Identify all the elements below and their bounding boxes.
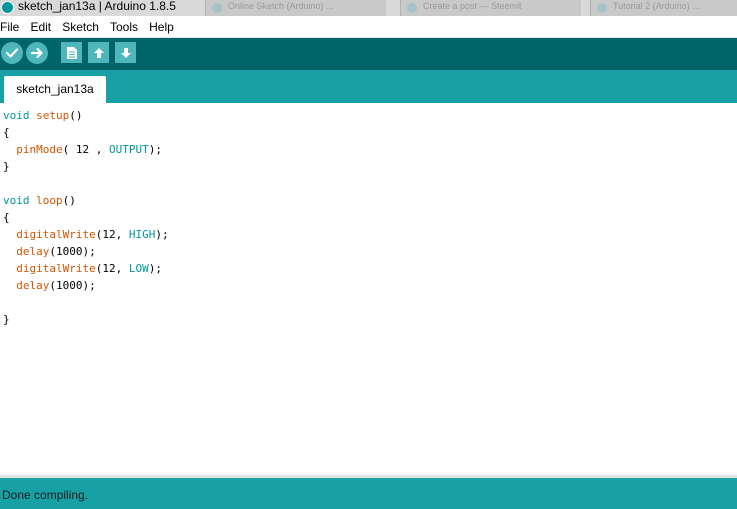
upload-button[interactable] (26, 42, 48, 64)
code-token: loop (36, 194, 63, 207)
favicon-icon (597, 3, 607, 13)
code-line: void loop() (3, 194, 76, 207)
background-tab[interactable]: Tutorial 2 (Arduino) ... (590, 0, 737, 16)
arrow-right-icon (30, 47, 43, 59)
menu-help[interactable]: Help (147, 17, 176, 38)
code-token: delay (16, 245, 50, 258)
code-token: OUTPUT (108, 143, 149, 156)
code-token: pinMode (16, 143, 63, 156)
tab-sketch[interactable]: sketch_jan13a (4, 76, 106, 103)
window-title: sketch_jan13a | Arduino 1.8.5 (18, 0, 176, 13)
code-token: setup (36, 109, 70, 122)
code-line: void setup() (3, 109, 83, 122)
menu-edit[interactable]: Edit (28, 17, 53, 38)
code-token: delay (16, 279, 50, 292)
arduino-logo-icon (1, 1, 14, 14)
code-line: } (3, 160, 10, 173)
code-line: delay(1000); (16, 279, 96, 292)
open-button[interactable] (88, 42, 109, 63)
tab-bar: sketch_jan13a (0, 70, 737, 103)
document-icon (66, 46, 77, 59)
code-token: LOW (128, 262, 149, 275)
code-token: digitalWrite (16, 262, 96, 275)
status-message: Done compiling. (2, 488, 89, 502)
background-tab[interactable]: Create a post — Steemit (400, 0, 581, 16)
code-token: void (3, 194, 30, 207)
verify-button[interactable] (1, 42, 23, 64)
new-sketch-button[interactable] (61, 42, 82, 63)
code-token: void (3, 109, 30, 122)
toolbar (0, 38, 737, 70)
code-token: HIGH (128, 228, 156, 241)
code-line: digitalWrite(12, LOW); (16, 262, 162, 275)
code-line: } (3, 313, 10, 326)
code-line: { (3, 126, 10, 139)
menu-tools[interactable]: Tools (108, 17, 140, 38)
save-button[interactable] (115, 42, 136, 63)
arrow-down-icon (120, 47, 131, 58)
code-line: pinMode( 12 , OUTPUT); (16, 143, 162, 156)
code-token: digitalWrite (16, 228, 96, 241)
favicon-icon (407, 3, 417, 13)
title-bar: sketch_jan13a | Arduino 1.8.5 Online Ske… (0, 0, 737, 16)
background-tab[interactable]: Online Sketch (Arduino) ... (205, 0, 386, 16)
status-bar: Done compiling. (0, 478, 737, 509)
menu-file[interactable]: File (0, 17, 21, 38)
menu-bar: File Edit Sketch Tools Help (0, 16, 737, 38)
favicon-icon (212, 3, 222, 13)
code-line: digitalWrite(12, HIGH); (16, 228, 169, 241)
code-line: { (3, 211, 10, 224)
code-line: delay(1000); (16, 245, 96, 258)
arrow-up-icon (93, 47, 104, 58)
checkmark-icon (5, 48, 19, 58)
code-content: void setup() { pinMode( 12 , OUTPUT); } … (0, 103, 737, 328)
menu-sketch[interactable]: Sketch (60, 17, 101, 38)
code-editor[interactable]: void setup() { pinMode( 12 , OUTPUT); } … (0, 103, 737, 475)
